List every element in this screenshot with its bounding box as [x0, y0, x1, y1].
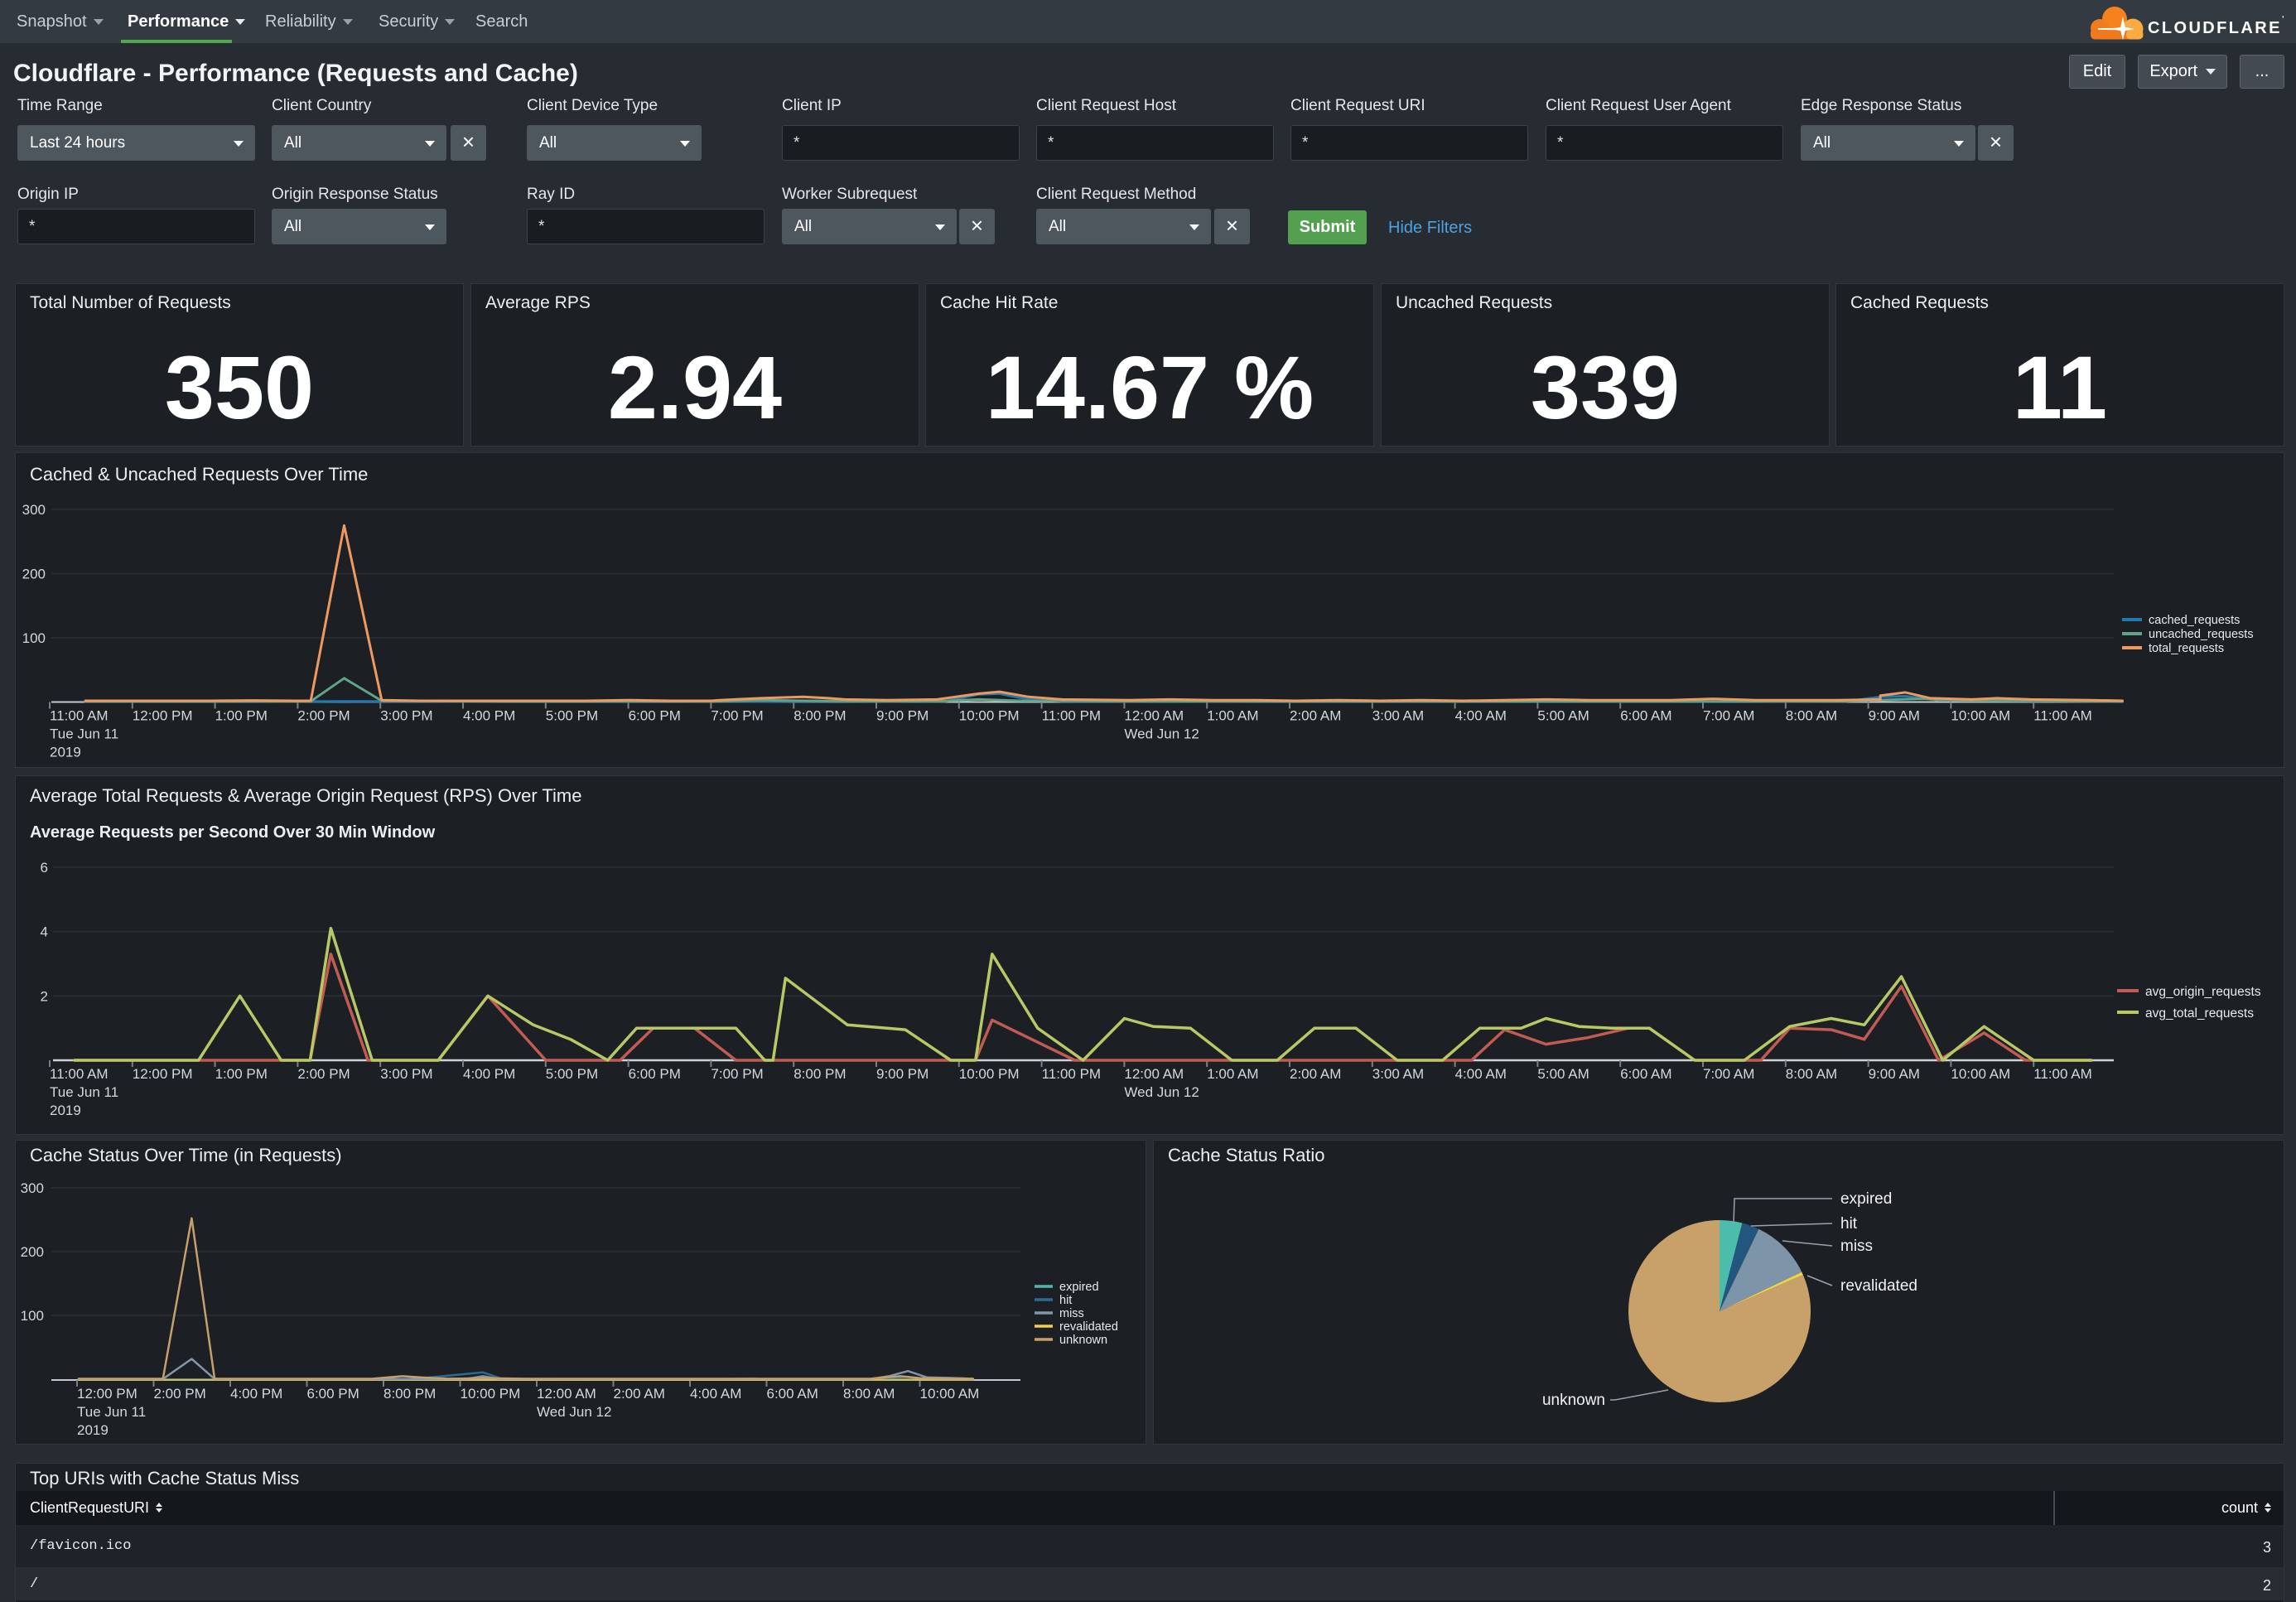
svg-text:300: 300 [22, 502, 46, 518]
svg-text:2:00 AM: 2:00 AM [1290, 708, 1341, 724]
svg-text:12:00 AM: 12:00 AM [537, 1386, 596, 1402]
svg-text:3:00 AM: 3:00 AM [1372, 1066, 1424, 1082]
svg-text:9:00 PM: 9:00 PM [876, 1066, 929, 1082]
svg-text:11:00 PM: 11:00 PM [1042, 1066, 1102, 1082]
svg-text:7:00 PM: 7:00 PM [711, 1066, 763, 1082]
svg-text:2:00 PM: 2:00 PM [297, 708, 350, 724]
svg-text:2019: 2019 [50, 1103, 81, 1118]
svg-text:expired: expired [1059, 1281, 1099, 1294]
svg-text:12:00 PM: 12:00 PM [133, 1066, 193, 1082]
svg-text:10:00 PM: 10:00 PM [959, 1066, 1020, 1082]
svg-text:100: 100 [22, 630, 46, 646]
svg-text:2:00 PM: 2:00 PM [154, 1386, 206, 1402]
svg-text:8:00 PM: 8:00 PM [793, 1066, 846, 1082]
svg-text:1:00 PM: 1:00 PM [215, 708, 268, 724]
svg-text:5:00 PM: 5:00 PM [546, 1066, 598, 1082]
svg-text:10:00 AM: 10:00 AM [1951, 1066, 2010, 1082]
svg-text:2:00 AM: 2:00 AM [1290, 1066, 1341, 1082]
svg-text:4:00 PM: 4:00 PM [463, 708, 515, 724]
svg-text:1:00 AM: 1:00 AM [1207, 708, 1258, 724]
svg-text:cached_requests: cached_requests [2149, 614, 2240, 627]
svg-text:2:00 AM: 2:00 AM [614, 1386, 665, 1402]
svg-text:2019: 2019 [50, 745, 81, 760]
svg-text:8:00 AM: 8:00 AM [1786, 1066, 1837, 1082]
svg-text:11:00 AM: 11:00 AM [2033, 708, 2092, 724]
svg-text:300: 300 [21, 1180, 44, 1196]
svg-text:8:00 PM: 8:00 PM [793, 708, 846, 724]
svg-text:6:00 AM: 6:00 AM [1620, 708, 1671, 724]
svg-text:200: 200 [21, 1244, 44, 1260]
svg-text:Tue Jun 11: Tue Jun 11 [50, 726, 118, 742]
svg-text:3:00 PM: 3:00 PM [380, 708, 432, 724]
svg-text:7:00 AM: 7:00 AM [1703, 1066, 1754, 1082]
svg-text:Tue Jun 11: Tue Jun 11 [50, 1084, 118, 1100]
svg-text:9:00 PM: 9:00 PM [876, 708, 929, 724]
svg-text:4: 4 [41, 924, 48, 940]
svg-text:Tue Jun 11: Tue Jun 11 [77, 1404, 146, 1420]
svg-text:uncached_requests: uncached_requests [2149, 628, 2254, 641]
svg-text:miss: miss [1840, 1238, 1873, 1255]
svg-text:Wed Jun 12: Wed Jun 12 [1124, 726, 1199, 742]
svg-text:12:00 PM: 12:00 PM [133, 708, 193, 724]
svg-text:4:00 AM: 4:00 AM [690, 1386, 741, 1402]
svg-text:total_requests: total_requests [2149, 642, 2224, 655]
svg-text:4:00 AM: 4:00 AM [1455, 708, 1507, 724]
svg-text:8:00 PM: 8:00 PM [383, 1386, 436, 1402]
svg-text:1:00 PM: 1:00 PM [215, 1066, 268, 1082]
svg-text:9:00 AM: 9:00 AM [1869, 708, 1920, 724]
svg-text:11:00 AM: 11:00 AM [50, 708, 109, 724]
svg-text:5:00 PM: 5:00 PM [546, 708, 598, 724]
svg-text:7:00 PM: 7:00 PM [711, 708, 763, 724]
svg-text:unknown: unknown [1059, 1334, 1107, 1347]
svg-text:unknown: unknown [1542, 1392, 1605, 1409]
svg-text:5:00 AM: 5:00 AM [1537, 1066, 1589, 1082]
svg-text:6:00 PM: 6:00 PM [307, 1386, 359, 1402]
svg-text:hit: hit [1059, 1294, 1072, 1307]
svg-text:12:00 AM: 12:00 AM [1124, 1066, 1184, 1082]
svg-text:6:00 AM: 6:00 AM [767, 1386, 818, 1402]
svg-text:6:00 AM: 6:00 AM [1620, 1066, 1671, 1082]
svg-text:5:00 AM: 5:00 AM [1537, 708, 1589, 724]
svg-text:2: 2 [41, 988, 48, 1004]
svg-text:6: 6 [41, 860, 48, 876]
svg-text:6:00 PM: 6:00 PM [629, 708, 681, 724]
svg-text:12:00 PM: 12:00 PM [77, 1386, 137, 1402]
svg-text:revalidated: revalidated [1840, 1277, 1917, 1295]
svg-text:11:00 AM: 11:00 AM [50, 1066, 109, 1082]
svg-text:revalidated: revalidated [1059, 1320, 1118, 1334]
svg-text:12:00 AM: 12:00 AM [1124, 708, 1184, 724]
svg-text:4:00 AM: 4:00 AM [1455, 1066, 1507, 1082]
svg-text:miss: miss [1059, 1307, 1084, 1320]
svg-text:2019: 2019 [77, 1422, 109, 1438]
svg-text:4:00 PM: 4:00 PM [230, 1386, 282, 1402]
svg-text:200: 200 [22, 567, 46, 582]
svg-text:Wed Jun 12: Wed Jun 12 [537, 1404, 611, 1420]
svg-text:10:00 AM: 10:00 AM [920, 1386, 980, 1402]
svg-text:hit: hit [1840, 1215, 1858, 1233]
svg-text:avg_total_requests: avg_total_requests [2145, 1006, 2254, 1021]
svg-text:11:00 AM: 11:00 AM [2033, 1066, 2092, 1082]
svg-text:8:00 AM: 8:00 AM [843, 1386, 895, 1402]
svg-text:4:00 PM: 4:00 PM [463, 1066, 515, 1082]
svg-text:10:00 PM: 10:00 PM [959, 708, 1020, 724]
svg-text:6:00 PM: 6:00 PM [629, 1066, 681, 1082]
svg-text:9:00 AM: 9:00 AM [1869, 1066, 1920, 1082]
svg-text:avg_origin_requests: avg_origin_requests [2145, 985, 2261, 999]
svg-text:2:00 PM: 2:00 PM [297, 1066, 350, 1082]
svg-text:7:00 AM: 7:00 AM [1703, 708, 1754, 724]
svg-text:11:00 PM: 11:00 PM [1042, 708, 1102, 724]
svg-text:10:00 PM: 10:00 PM [461, 1386, 521, 1402]
svg-text:1:00 AM: 1:00 AM [1207, 1066, 1258, 1082]
svg-text:expired: expired [1840, 1190, 1892, 1208]
svg-text:3:00 AM: 3:00 AM [1372, 708, 1424, 724]
svg-text:8:00 AM: 8:00 AM [1786, 708, 1837, 724]
svg-text:Wed Jun 12: Wed Jun 12 [1124, 1084, 1199, 1100]
svg-text:3:00 PM: 3:00 PM [380, 1066, 432, 1082]
svg-text:100: 100 [21, 1308, 44, 1324]
svg-text:10:00 AM: 10:00 AM [1951, 708, 2010, 724]
